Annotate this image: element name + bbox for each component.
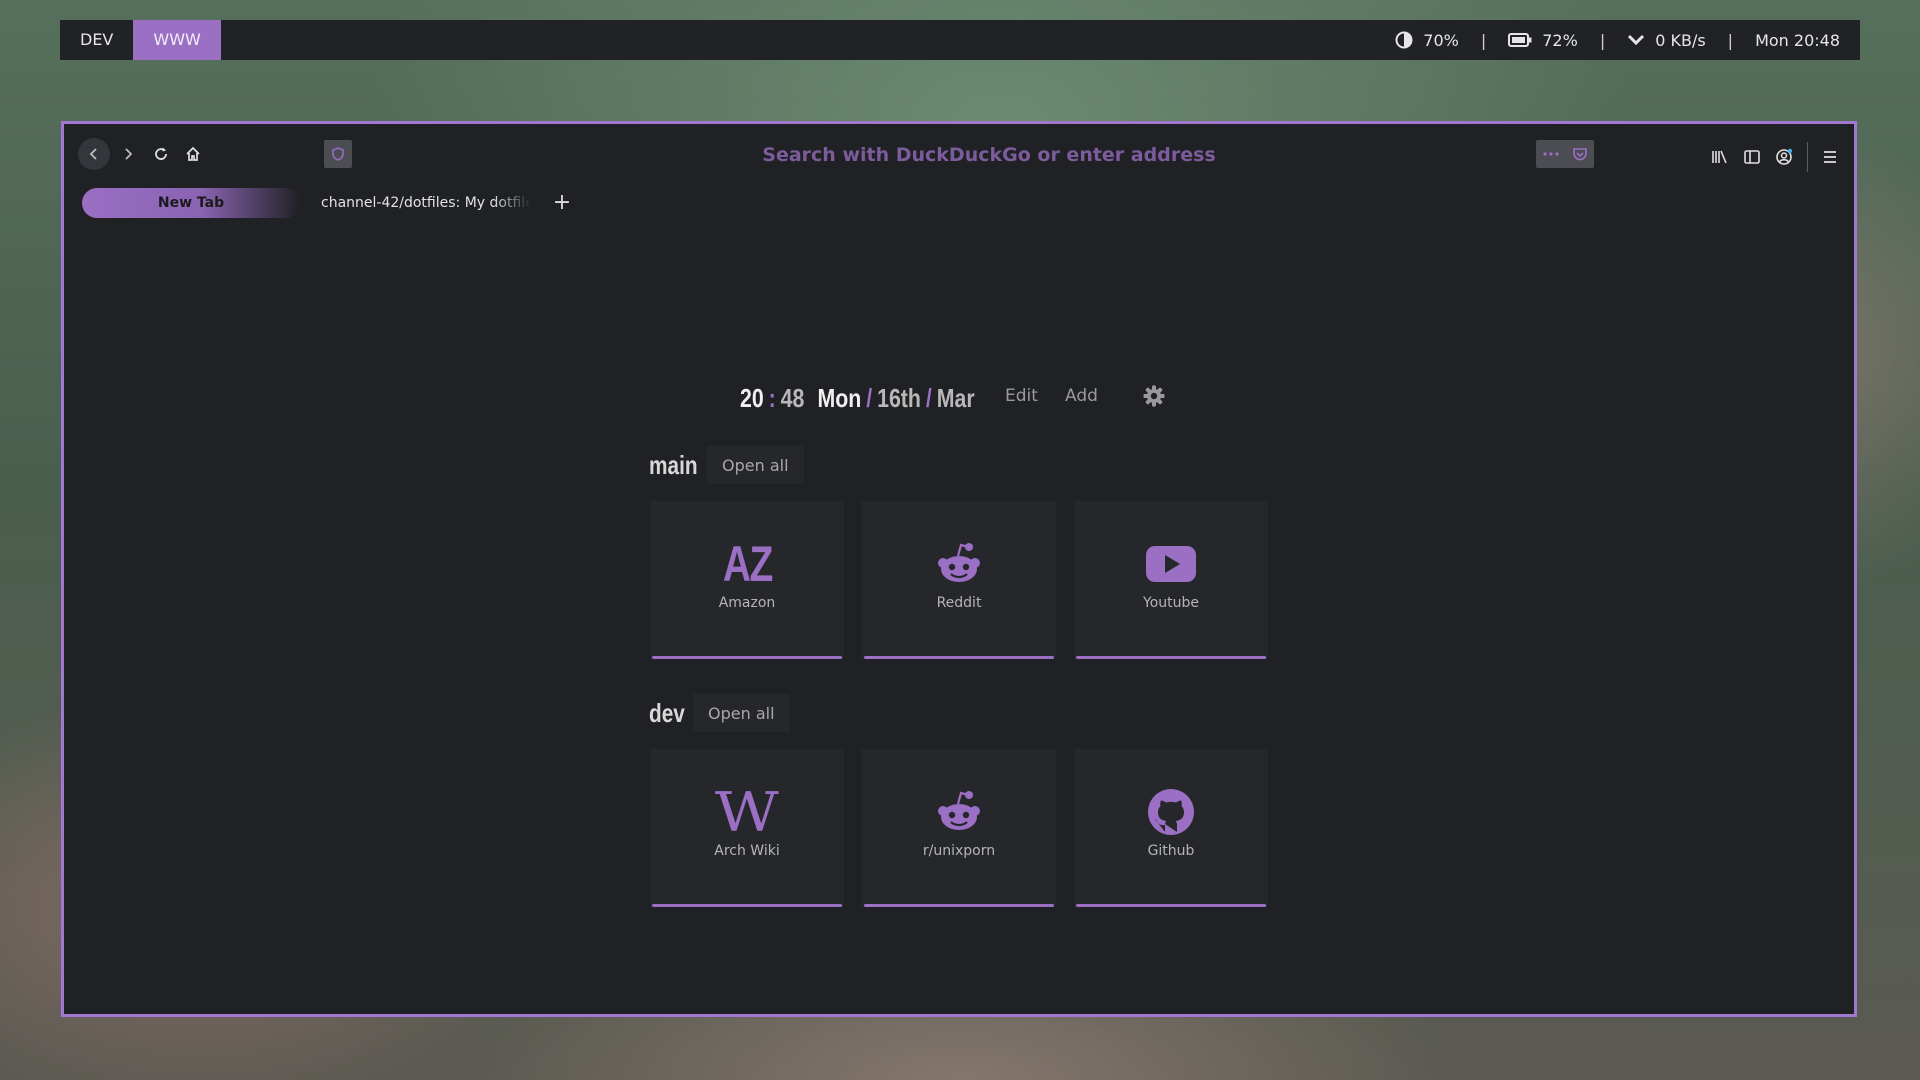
card-accent-bar [652,656,842,659]
link-card-github[interactable]: Github [1074,749,1268,907]
brightness-indicator: 70% [1395,31,1459,50]
back-arrow-icon [89,148,97,160]
reddit-icon [938,791,980,830]
card-accent-bar [864,656,1054,659]
toolbar-right-icons [1711,142,1838,172]
card-accent-bar [1076,656,1266,659]
battery-icon [1508,33,1532,47]
link-label: r/unixporn [922,843,996,859]
link-card-arch-wiki[interactable]: W Arch Wiki [650,749,844,907]
account-icon[interactable] [1775,148,1793,166]
home-button[interactable] [177,138,209,170]
date-slash: / [925,382,932,413]
separator: | [1599,30,1606,50]
clock-colon: : [768,382,776,413]
battery-indicator: 72% [1508,31,1578,50]
link-label: Arch Wiki [714,843,780,859]
open-all-button[interactable]: Open all [693,694,790,732]
link-label: Amazon [718,595,776,611]
network-indicator: 0 KB/s [1627,30,1706,50]
separator: | [1727,30,1734,50]
section-title: dev [649,697,685,728]
date-slash: / [866,382,873,413]
clock-datetime: Mon 20:48 [1755,30,1840,50]
wikipedia-icon: W [715,780,779,844]
clock-minute: 48 [780,382,805,413]
link-card-reddit[interactable]: Reddit [862,501,1056,659]
tab-dotfiles[interactable]: channel-42/dotfiles: My dotfiles for my … [321,188,531,218]
tab-strip: New Tab channel-42/dotfiles: My dotfiles… [64,186,1854,222]
startpage-clock-row: 20 : 48 Mon / 16th / Mar [740,378,1032,418]
reload-button[interactable] [145,138,177,170]
section-title: main [649,449,698,480]
new-tab-button[interactable]: + [548,188,576,218]
card-accent-bar [864,904,1054,907]
section-main-header: main Open all [649,446,804,484]
battery-value: 72% [1542,30,1578,50]
section-dev-links: W Arch Wiki r/unixporn Github [650,749,1268,907]
link-label: Github [1147,843,1195,859]
browser-window: Search with DuckDuckGo or enter address … [61,121,1857,1017]
section-main-links: AZ Amazon Reddit Youtube [650,501,1268,659]
workspace-dev[interactable]: DEV [60,20,133,60]
home-icon [186,146,200,161]
brightness-icon [1395,31,1413,49]
add-button[interactable]: Add [1065,386,1098,406]
edit-button[interactable]: Edit [1005,386,1038,406]
back-button[interactable] [78,138,110,170]
reload-icon [155,147,167,160]
card-accent-bar [652,904,842,907]
link-label: Reddit [936,595,982,611]
address-bar[interactable]: Search with DuckDuckGo or enter address [324,138,1654,172]
navigation-toolbar: Search with DuckDuckGo or enter address [64,124,1854,186]
amazon-az-icon: AZ [722,536,773,592]
toolbar-divider [1807,142,1808,172]
separator: | [1480,30,1487,50]
github-icon [1148,789,1194,835]
youtube-icon [1146,546,1196,582]
card-accent-bar [1076,904,1266,907]
date-month: Mar [936,382,975,413]
reddit-icon [938,543,980,582]
tab-new-tab[interactable]: New Tab [82,188,300,218]
gear-icon[interactable] [1142,384,1166,408]
hamburger-menu-icon[interactable] [1822,150,1838,164]
link-label: Youtube [1143,595,1199,611]
link-card-amazon[interactable]: AZ Amazon [650,501,844,659]
download-chevron-icon [1628,34,1645,46]
page-actions [1536,140,1594,168]
top-status-bar: DEV WWW 70% | 72% | 0 KB/s | Mon 20:48 [60,20,1860,60]
library-icon[interactable] [1711,149,1729,165]
brightness-value: 70% [1423,30,1459,50]
link-card-unixporn[interactable]: r/unixporn [862,749,1056,907]
clock-display: 20 : 48 Mon / 16th / Mar [740,383,980,414]
more-actions-icon[interactable] [1542,151,1560,157]
sidebar-icon[interactable] [1743,149,1761,165]
date-day: Mon [817,382,862,413]
section-dev-header: dev Open all [649,694,790,732]
forward-button[interactable] [112,138,144,170]
forward-arrow-icon [125,148,133,160]
clock-hour: 20 [740,382,764,413]
pocket-icon[interactable] [1572,147,1588,161]
date-day-of-month: 16th [877,382,921,413]
link-card-youtube[interactable]: Youtube [1074,501,1268,659]
network-value: 0 KB/s [1655,30,1706,50]
workspace-www[interactable]: WWW [133,20,221,60]
address-bar-placeholder: Search with DuckDuckGo or enter address [762,144,1216,166]
open-all-button[interactable]: Open all [707,446,804,484]
